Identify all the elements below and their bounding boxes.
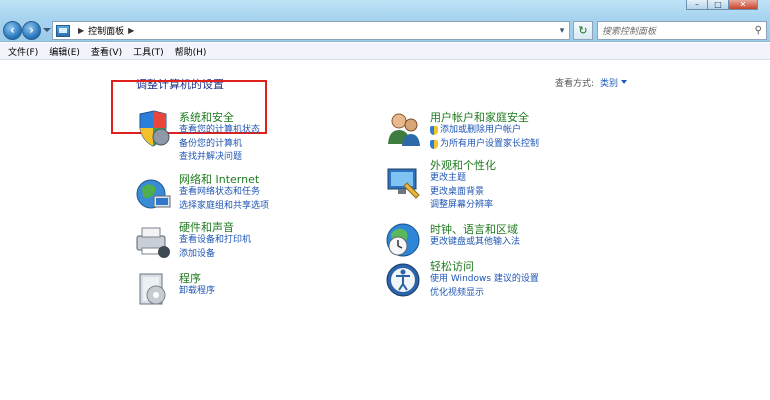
- link-uninstall-program[interactable]: 卸载程序: [179, 285, 215, 299]
- search-icon[interactable]: ⚲: [755, 25, 762, 36]
- link-add-device[interactable]: 添加设备: [179, 248, 251, 262]
- system-security-title[interactable]: 系统和安全: [179, 111, 260, 124]
- link-change-keyboard-input[interactable]: 更改键盘或其他输入法: [430, 236, 520, 250]
- content-area: 调整计算机的设置 查看方式: 类别 系统和安全 查看您的计算机状态 备份您的计算…: [0, 61, 770, 400]
- breadcrumb-arrow-icon[interactable]: ▶: [128, 26, 134, 35]
- link-homegroup-sharing[interactable]: 选择家庭组和共享选项: [179, 200, 269, 214]
- category-user-accounts: 用户帐户和家庭安全 添加或删除用户帐户 为所有用户设置家长控制: [430, 111, 539, 151]
- clock-language-region-icon[interactable]: [385, 222, 423, 260]
- history-dropdown-icon[interactable]: [43, 28, 51, 32]
- uac-shield-icon: [430, 139, 438, 149]
- close-button[interactable]: ✕: [728, 0, 758, 10]
- window-controls: – □ ✕: [686, 0, 758, 10]
- refresh-button[interactable]: ↻: [573, 21, 593, 40]
- link-adjust-resolution[interactable]: 调整屏幕分辨率: [430, 199, 496, 213]
- menu-tools[interactable]: 工具(T): [133, 45, 164, 58]
- link-devices-printers[interactable]: 查看设备和打印机: [179, 234, 251, 248]
- back-button[interactable]: ‹: [3, 21, 22, 40]
- search-input[interactable]: 搜索控制面板 ⚲: [597, 21, 767, 40]
- category-network-internet: 网络和 Internet 查看网络状态和任务 选择家庭组和共享选项: [179, 173, 269, 213]
- menu-view[interactable]: 查看(V): [91, 45, 122, 58]
- link-troubleshoot[interactable]: 查找并解决问题: [179, 151, 260, 165]
- programs-icon[interactable]: [134, 271, 172, 309]
- breadcrumb-control-panel[interactable]: 控制面板: [88, 24, 124, 37]
- link-parental-controls[interactable]: 为所有用户设置家长控制: [430, 138, 539, 152]
- breadcrumb-arrow-icon[interactable]: ▶: [78, 26, 84, 35]
- address-dropdown-icon[interactable]: ▾: [555, 26, 569, 36]
- network-internet-title[interactable]: 网络和 Internet: [179, 173, 269, 186]
- user-accounts-icon[interactable]: [385, 110, 423, 148]
- link-check-computer-status[interactable]: 查看您的计算机状态: [179, 124, 260, 138]
- link-backup-computer[interactable]: 备份您的计算机: [179, 138, 260, 152]
- category-programs: 程序 卸载程序: [179, 272, 215, 299]
- forward-button[interactable]: ›: [22, 21, 41, 40]
- link-change-theme[interactable]: 更改主题: [430, 172, 496, 186]
- search-placeholder: 搜索控制面板: [602, 27, 657, 37]
- system-security-icon[interactable]: [134, 110, 172, 148]
- view-by-caret-icon[interactable]: [621, 80, 627, 84]
- user-accounts-title[interactable]: 用户帐户和家庭安全: [430, 111, 539, 124]
- category-ease-of-access: 轻松访问 使用 Windows 建议的设置 优化视频显示: [430, 260, 539, 300]
- link-change-desktop-background[interactable]: 更改桌面背景: [430, 186, 496, 200]
- hardware-sound-title[interactable]: 硬件和声音: [179, 221, 251, 234]
- category-appearance: 外观和个性化 更改主题 更改桌面背景 调整屏幕分辨率: [430, 159, 496, 213]
- view-by-dropdown[interactable]: 类别: [600, 76, 618, 89]
- uac-shield-icon: [430, 126, 438, 136]
- appearance-title[interactable]: 外观和个性化: [430, 159, 496, 172]
- programs-title[interactable]: 程序: [179, 272, 215, 285]
- appearance-personalization-icon[interactable]: [385, 163, 423, 201]
- menu-file[interactable]: 文件(F): [8, 45, 38, 58]
- ease-of-access-icon[interactable]: [385, 262, 423, 300]
- view-by-label: 查看方式:: [555, 79, 595, 89]
- link-network-status[interactable]: 查看网络状态和任务: [179, 186, 269, 200]
- control-panel-icon: [56, 24, 70, 37]
- link-optimize-display[interactable]: 优化视频显示: [430, 287, 539, 301]
- link-windows-suggested-settings[interactable]: 使用 Windows 建议的设置: [430, 273, 539, 287]
- category-system-security: 系统和安全 查看您的计算机状态 备份您的计算机 查找并解决问题: [179, 111, 260, 165]
- menu-bar: 文件(F) 编辑(E) 查看(V) 工具(T) 帮助(H): [0, 43, 770, 60]
- clock-region-title[interactable]: 时钟、语言和区域: [430, 223, 520, 236]
- network-internet-icon[interactable]: [134, 176, 172, 214]
- window-titlebar: – □ ✕ ‹ › ▶ 控制面板 ▶ ▾ ↻ 搜索控制面板 ⚲: [0, 0, 770, 42]
- hardware-sound-icon[interactable]: [134, 222, 172, 260]
- link-add-remove-user-accounts[interactable]: 添加或删除用户帐户: [430, 124, 539, 138]
- category-clock-region: 时钟、语言和区域 更改键盘或其他输入法: [430, 223, 520, 250]
- address-bar[interactable]: ▶ 控制面板 ▶ ▾: [52, 21, 570, 40]
- menu-edit[interactable]: 编辑(E): [49, 45, 80, 58]
- menu-help[interactable]: 帮助(H): [175, 45, 207, 58]
- category-hardware-sound: 硬件和声音 查看设备和打印机 添加设备: [179, 221, 251, 261]
- link-parental-controls-label: 为所有用户设置家长控制: [440, 138, 540, 149]
- link-add-remove-user-accounts-label: 添加或删除用户帐户: [440, 125, 522, 135]
- minimize-button[interactable]: –: [686, 0, 708, 10]
- ease-of-access-title[interactable]: 轻松访问: [430, 260, 539, 273]
- maximize-button[interactable]: □: [707, 0, 729, 10]
